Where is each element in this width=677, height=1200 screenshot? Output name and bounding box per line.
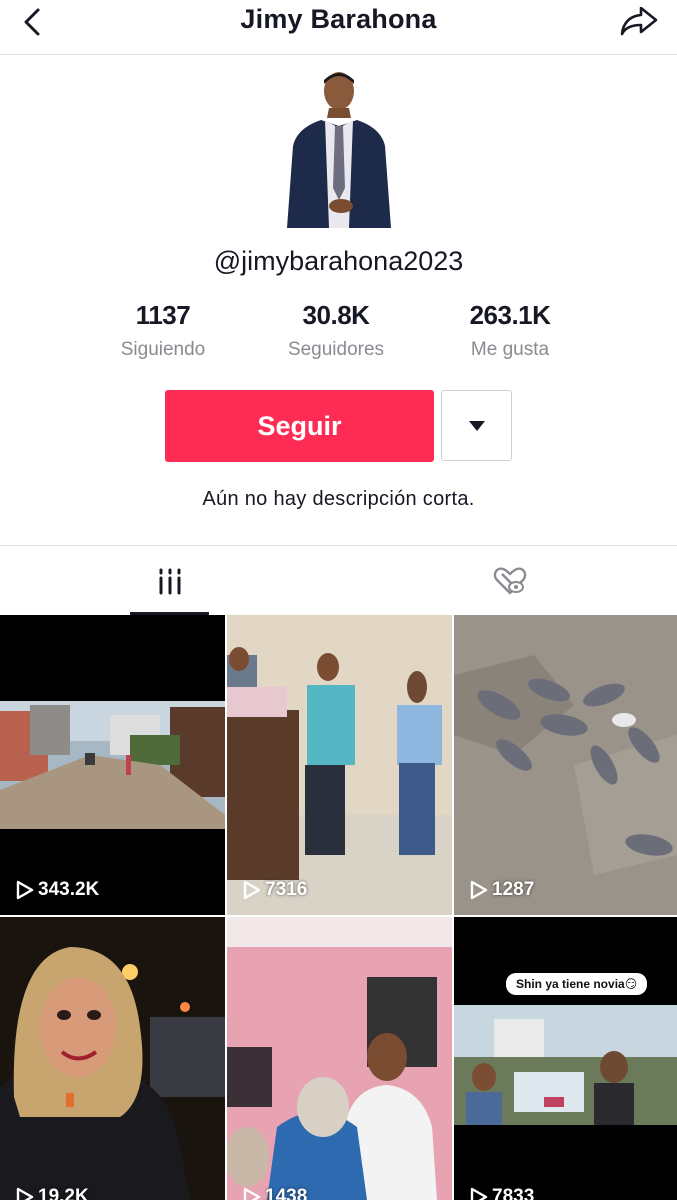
play-outline-icon <box>16 880 34 900</box>
stat-value: 1137 <box>135 300 191 330</box>
stat-value: 30.8K <box>302 300 370 330</box>
suggested-accounts-button[interactable] <box>441 390 512 461</box>
view-count: 343.2K <box>16 879 99 901</box>
video-grid: 343.2K 7316 1287 19.2K 1438 Shin ya tien… <box>0 615 677 1200</box>
liked-hidden-icon <box>493 567 527 595</box>
play-outline-icon <box>243 1187 261 1200</box>
follow-button[interactable]: Seguir <box>165 390 434 462</box>
view-count: 1438 <box>243 1186 307 1200</box>
view-count-value: 343.2K <box>38 879 100 900</box>
caret-down-icon <box>468 420 485 431</box>
view-count: 7316 <box>243 879 307 901</box>
stat-label: Me gusta <box>470 339 550 360</box>
video-caption: Shin ya tiene novia😏 <box>506 973 648 995</box>
play-outline-icon <box>470 1187 488 1200</box>
stat-label: Seguidores <box>287 339 385 360</box>
video-thumbnail-image <box>227 615 452 915</box>
video-thumbnail-image <box>0 615 225 915</box>
video-thumbnail-image <box>227 917 452 1200</box>
view-count-value: 1287 <box>492 879 535 900</box>
view-count-value: 19.2K <box>38 1186 89 1200</box>
profile-tabs <box>0 545 677 616</box>
stat-likes[interactable]: 263.1K Me gusta <box>420 300 600 361</box>
video-thumbnail-image <box>454 917 677 1200</box>
videos-grid-icon <box>159 568 180 595</box>
top-bar: Jimy Barahona <box>0 0 677 55</box>
play-outline-icon <box>16 1187 34 1200</box>
video-thumbnail[interactable]: Shin ya tiene novia😏 7833 <box>454 917 677 1200</box>
play-outline-icon <box>470 880 488 900</box>
view-count: 1287 <box>470 879 534 901</box>
profile-handle: @jimybarahona2023 <box>213 246 464 276</box>
page-title: Jimy Barahona <box>240 4 437 34</box>
view-count: 7833 <box>470 1186 534 1200</box>
video-thumbnail[interactable]: 343.2K <box>0 615 225 915</box>
video-thumbnail-image <box>454 615 677 915</box>
view-count: 19.2K <box>16 1186 89 1200</box>
video-thumbnail[interactable]: 1438 <box>227 917 452 1200</box>
tab-liked[interactable] <box>470 546 550 616</box>
video-thumbnail[interactable]: 1287 <box>454 615 677 915</box>
stat-value: 263.1K <box>469 300 551 330</box>
tab-videos[interactable] <box>130 546 209 616</box>
video-thumbnail[interactable]: 19.2K <box>0 917 225 1200</box>
stat-following[interactable]: 1137 Siguiendo <box>73 300 253 361</box>
profile-bio: Aún no hay descripción corta. <box>202 488 475 510</box>
video-thumbnail-image <box>0 917 225 1200</box>
profile-stats: 1137 Siguiendo 30.8K Seguidores 263.1K M… <box>0 300 677 370</box>
stat-followers[interactable]: 30.8K Seguidores <box>246 300 426 361</box>
avatar[interactable] <box>283 68 395 228</box>
stat-label: Siguiendo <box>120 339 206 360</box>
share-arrow-icon[interactable] <box>619 4 659 38</box>
view-count-value: 1438 <box>265 1186 308 1200</box>
video-thumbnail[interactable]: 7316 <box>227 615 452 915</box>
view-count-value: 7316 <box>265 879 308 900</box>
play-outline-icon <box>243 880 261 900</box>
view-count-value: 7833 <box>492 1186 535 1200</box>
